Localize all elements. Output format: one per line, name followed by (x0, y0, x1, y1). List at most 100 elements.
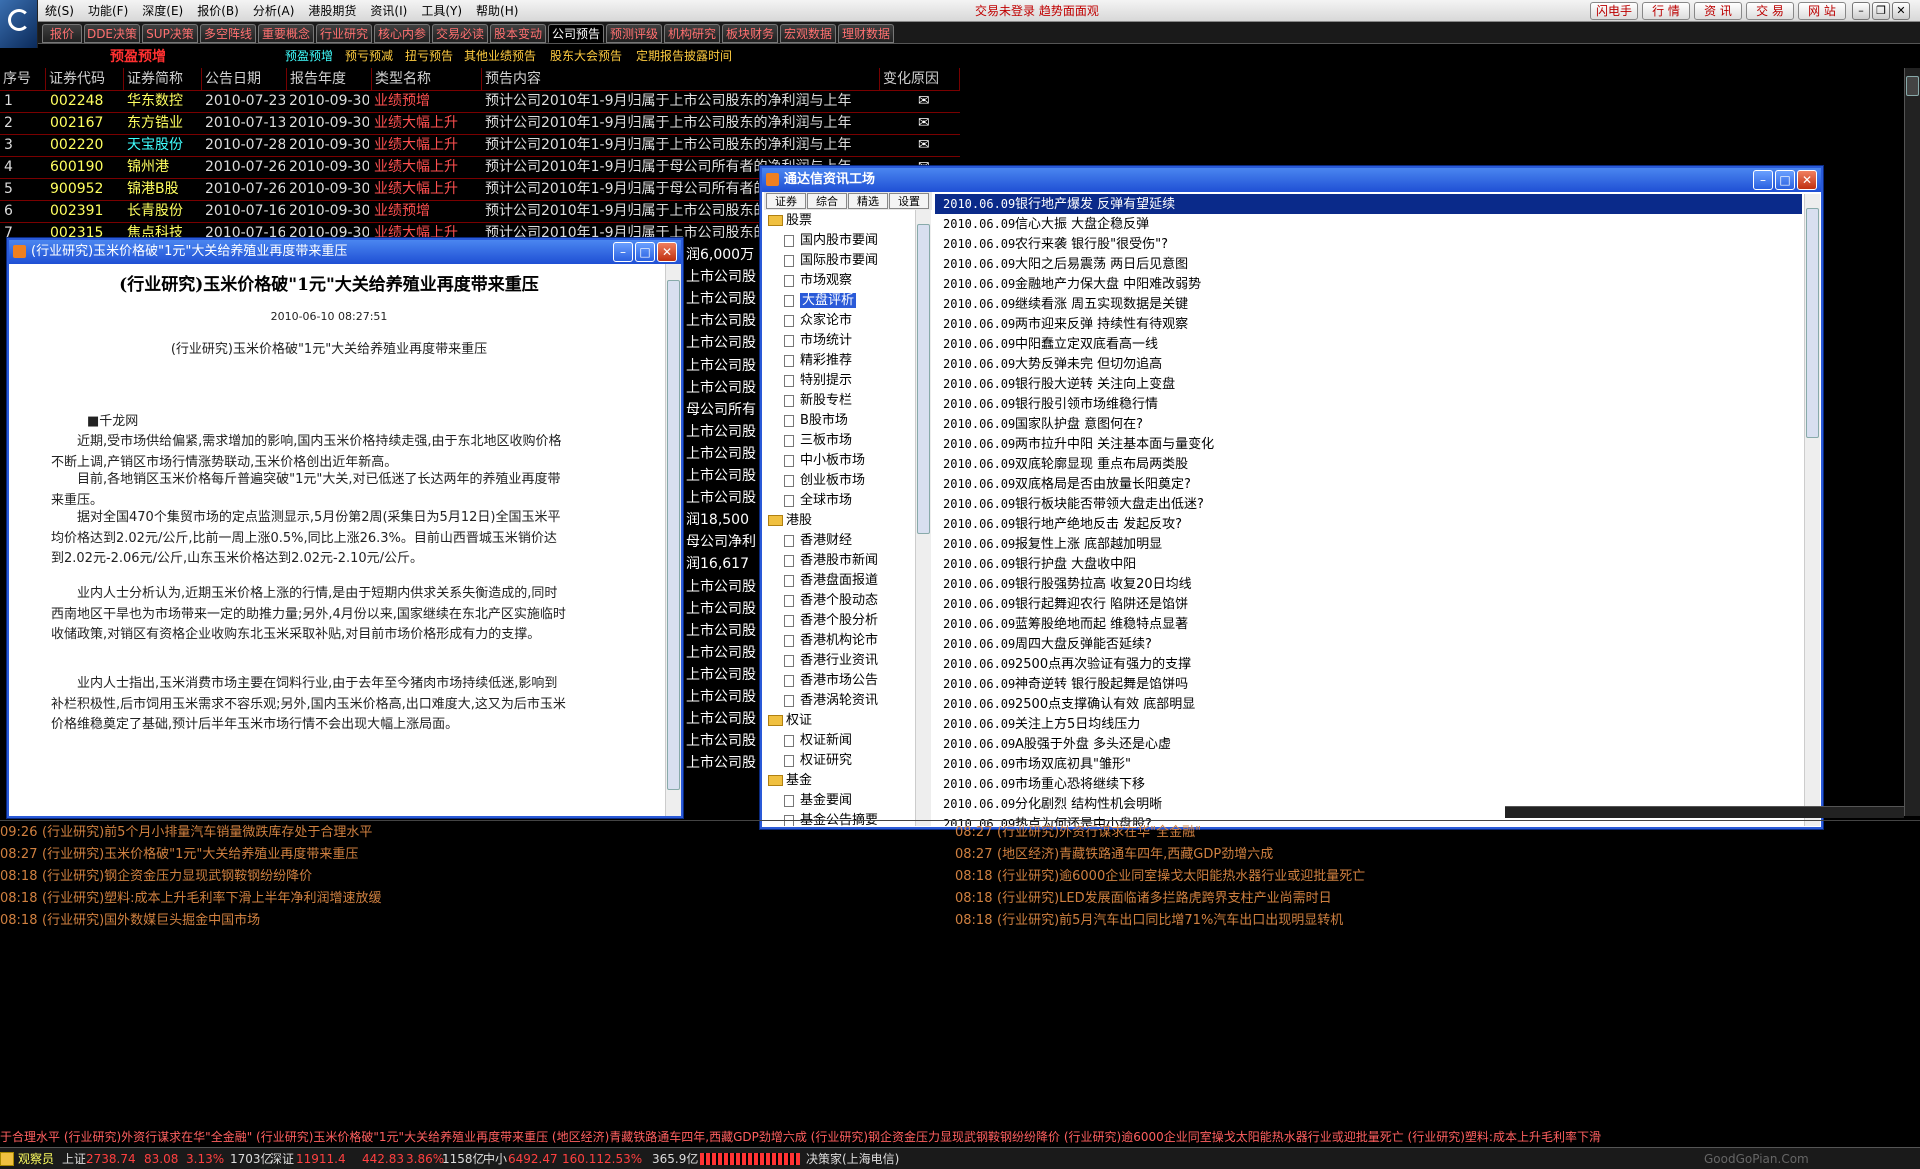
news-item[interactable]: 2010.06.09中阳蠢立定双底看高一线 (935, 334, 1802, 354)
maximize-button[interactable]: □ (1775, 170, 1795, 190)
info-tab[interactable]: 设置 (889, 193, 929, 209)
news-item[interactable]: 2010.06.09神奇逆转 银行股起舞是馅饼吗 (935, 674, 1802, 694)
info-tab[interactable]: 综合 (807, 193, 847, 209)
tree-item[interactable]: 香港股市新闻 (784, 552, 878, 570)
info-tab[interactable]: 证券 (766, 193, 806, 209)
news-item[interactable]: 2010.06.09信心大振 大盘企稳反弹 (935, 214, 1802, 234)
tree-folder[interactable]: 基金 (768, 772, 812, 790)
tab[interactable]: 多空阵线 (200, 24, 256, 43)
column-header[interactable]: 变化原因 (880, 68, 960, 90)
tree-folder[interactable]: 股票 (768, 212, 812, 230)
news-item[interactable]: 2010.06.09银行地产绝地反击 发起反攻? (935, 514, 1802, 534)
tree-item[interactable]: 香港机构论市 (784, 632, 878, 650)
column-header[interactable]: 公告日期 (202, 68, 287, 90)
news-item[interactable]: 2010.06.09国家队护盘 意图何在? (935, 414, 1802, 434)
tree-folder[interactable]: 权证 (768, 712, 812, 730)
scroll-thumb[interactable] (667, 280, 680, 790)
news-scrollbar[interactable] (1804, 194, 1820, 826)
bottom-news-item[interactable]: 08:18 (行业研究)LED发展面临诸多拦路虎跨界支柱产业尚需时日 (955, 888, 1332, 910)
tree-item[interactable]: 国内股市要闻 (784, 232, 878, 250)
close-button[interactable]: ✕ (657, 242, 677, 262)
bottom-news-item[interactable]: 08:18 (行业研究)塑料:成本上升毛利率下滑上半年净利润增速放缓 (0, 888, 382, 910)
quick-button[interactable]: 网 站 (1798, 2, 1846, 20)
news-item[interactable]: 2010.06.09银行股大逆转 关注向上变盘 (935, 374, 1802, 394)
server-label[interactable]: 决策家(上海电信) (806, 1148, 899, 1169)
table-row[interactable]: 1 002248 华东数控 2010-07-23 2010-09-30 业绩预增 预计公司2… (0, 90, 960, 112)
column-header[interactable]: 证券代码 (46, 68, 124, 90)
news-item[interactable]: 2010.06.09银行板块能否带领大盘走出低迷? (935, 494, 1802, 514)
news-item[interactable]: 2010.06.09金融地产力保大盘 中阳难改弱势 (935, 274, 1802, 294)
tree-item[interactable]: 大盘评析 (784, 292, 857, 310)
tree-item[interactable]: 香港个股分析 (784, 612, 878, 630)
news-item[interactable]: 2010.06.09周四大盘反弹能否延续? (935, 634, 1802, 654)
news-item[interactable]: 2010.06.09银行地产爆发 反弹有望延续 (935, 194, 1802, 214)
scroll-thumb[interactable] (1906, 76, 1919, 96)
menu-item[interactable]: 港股期货 (301, 0, 363, 22)
minimize-button[interactable]: – (613, 242, 633, 262)
bottom-news-item[interactable]: 08:27 (行业研究)玉米价格破"1元"大关给养殖业再度带来重压 (0, 844, 358, 866)
envelope-icon[interactable]: ✉ (918, 135, 930, 156)
tree-item[interactable]: 国际股市要闻 (784, 252, 878, 270)
subtab[interactable]: 其他业绩预告 (464, 47, 536, 65)
bottom-news-item[interactable]: 08:27 (地区经济)青藏铁路通车四年,西藏GDP劲增六成 (955, 844, 1273, 866)
tree-item[interactable]: B股市场 (784, 412, 848, 430)
column-header[interactable]: 报告年度 (287, 68, 372, 90)
restore-icon[interactable]: ❐ (1872, 2, 1890, 20)
news-item[interactable]: 2010.06.09两市迎来反弹 持续性有待观察 (935, 314, 1802, 334)
bottom-news-item[interactable]: 08:18 (行业研究)钢企资金压力显现武钢鞍钢纷纷降价 (0, 866, 312, 888)
column-header[interactable]: 序号 (0, 68, 46, 90)
news-item[interactable]: 2010.06.09银行护盘 大盘收中阳 (935, 554, 1802, 574)
info-window-titlebar[interactable]: 通达信资讯工场 – □ ✕ (762, 168, 1821, 192)
news-item[interactable]: 2010.06.09大阳之后易震荡 两日后见意图 (935, 254, 1802, 274)
scroll-thumb[interactable] (917, 224, 930, 534)
tree-item[interactable]: 香港市场公告 (784, 672, 878, 690)
news-item[interactable]: 2010.06.09大势反弹未完 但切勿追高 (935, 354, 1802, 374)
tree-item[interactable]: 香港涡轮资讯 (784, 692, 878, 710)
main-scrollbar[interactable] (1904, 68, 1920, 816)
tab[interactable]: 核心内参 (374, 24, 430, 43)
bottom-news-item[interactable]: 08:18 (行业研究)逾6000企业同室操戈太阳能热水器行业或迎批量死亡 (955, 866, 1365, 888)
quick-button[interactable]: 行 情 (1642, 2, 1690, 20)
tree-item[interactable]: 中小板市场 (784, 452, 865, 470)
news-ticker[interactable]: 于合理水平 (行业研究)外资行谋求在华"全金融" (行业研究)玉米价格破"1元"… (0, 1127, 1920, 1147)
menu-item[interactable]: 帮助(H) (469, 0, 525, 22)
login-notice[interactable]: 交易未登录 趋势面面观 (975, 0, 1099, 22)
tab[interactable]: 股本变动 (490, 24, 546, 43)
envelope-icon[interactable]: ✉ (918, 113, 930, 134)
column-header[interactable]: 类型名称 (372, 68, 482, 90)
info-window[interactable]: 通达信资讯工场 – □ ✕ 证券 综合 精选 设置 股票 国内股市要闻 国际股市要闻 市场观… (760, 166, 1823, 829)
menu-item[interactable]: 分析(A) (246, 0, 302, 22)
tree-item[interactable]: 香港盘面报道 (784, 572, 878, 590)
tab[interactable]: 公司预告 (548, 24, 604, 43)
subtab[interactable]: 股东大会预告 (550, 47, 622, 65)
news-item[interactable]: 2010.06.09两市拉升中阳 关注基本面与量变化 (935, 434, 1802, 454)
tree-item[interactable]: 基金公告摘要 (784, 812, 878, 826)
menu-item[interactable]: 统(S) (38, 0, 81, 22)
tree-item[interactable]: 创业板市场 (784, 472, 865, 490)
bottom-news-item[interactable]: 08:27 (行业研究)外资行谋求在华"全金融" (955, 822, 1201, 844)
app-logo[interactable] (0, 0, 38, 48)
news-item[interactable]: 2010.06.09银行股引领市场维稳行情 (935, 394, 1802, 414)
menu-item[interactable]: 功能(F) (81, 0, 135, 22)
menu-item[interactable]: 报价(B) (190, 0, 246, 22)
tab[interactable]: 交易必读 (432, 24, 488, 43)
close-button[interactable]: ✕ (1797, 170, 1817, 190)
tab[interactable]: 预测评级 (606, 24, 662, 43)
bottom-news-item[interactable]: 09:26 (行业研究)前5个月小排量汽车销量微跌库存处于合理水平 (0, 822, 372, 844)
table-row[interactable]: 3 002220 天宝股份 2010-07-28 2010-09-30 业绩大幅上升 预计公… (0, 134, 960, 156)
news-item[interactable]: 2010.06.09蓝筹股绝地而起 维稳特点显著 (935, 614, 1802, 634)
subtab[interactable]: 预盈预增 (285, 47, 333, 65)
subtab[interactable]: 预亏预减 (345, 47, 393, 65)
news-item[interactable]: 2010.06.09A股强于外盘 多头还是心虚 (935, 734, 1802, 754)
quick-button[interactable]: 闪电手 (1590, 2, 1638, 20)
tab[interactable]: 板块财务 (722, 24, 778, 43)
subtab[interactable]: 扭亏预告 (405, 47, 453, 65)
horizontal-scrollbar[interactable] (1505, 806, 1904, 818)
tab[interactable]: 机构研究 (664, 24, 720, 43)
article-scrollbar[interactable] (665, 264, 681, 816)
tree-item[interactable]: 精彩推荐 (784, 352, 852, 370)
news-item[interactable]: 2010.06.09双底格局是否由放量长阳奠定? (935, 474, 1802, 494)
column-header[interactable]: 证券简称 (124, 68, 202, 90)
tab[interactable]: 报价 (42, 24, 82, 43)
article-window-titlebar[interactable]: (行业研究)玉米价格破"1元"大关给养殖业再度带来重压 – □ ✕ (9, 240, 681, 264)
